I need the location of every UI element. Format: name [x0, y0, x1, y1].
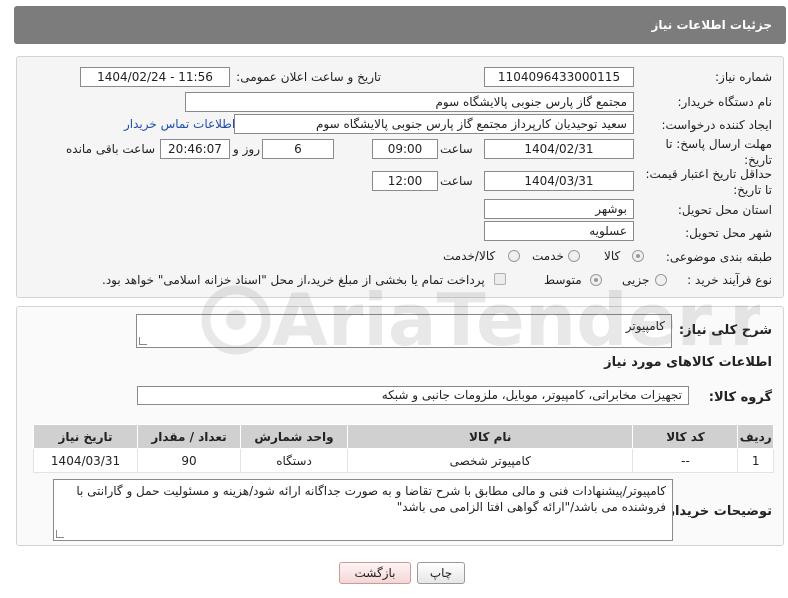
process-option-medium: متوسط [544, 273, 582, 287]
resize-grip-icon[interactable] [56, 530, 64, 538]
reply-deadline-label: مهلت ارسال پاسخ: تا تاریخ: [665, 137, 772, 167]
buyer-org-label: نام دستگاه خریدار: [677, 95, 773, 109]
category-label: طبقه بندی موضوعی: [665, 250, 772, 264]
page-title-bar: جزئیات اطلاعات نیاز [14, 6, 786, 44]
buyer-notes-textarea[interactable]: کامپیوتر/پیشنهادات فنی و مالی مطابق با ش… [53, 479, 673, 541]
requester-label: ایجاد کننده درخواست: [661, 118, 772, 132]
announce-date-label: تاریخ و ساعت اعلان عمومی: [236, 70, 381, 84]
col-row-number: ردیف [737, 424, 774, 449]
price-validity-time-field[interactable]: 12:00 [372, 171, 438, 191]
category-option-goods: کالا [604, 249, 621, 263]
print-button[interactable]: چاپ [417, 562, 465, 584]
process-label: نوع فرآیند خرید : [687, 273, 772, 287]
announce-date-field[interactable]: 1404/02/24 - 11:56 [80, 67, 230, 87]
city-field[interactable]: عسلویه [484, 221, 634, 241]
reply-time-label: ساعت [440, 142, 473, 156]
process-radio-minor[interactable] [655, 274, 667, 286]
buyer-org-field[interactable]: مجتمع گاز پارس جنوبی پالایشگاه سوم [185, 92, 634, 112]
category-option-both: کالا/خدمت [443, 249, 496, 263]
goods-table-header-row: ردیف کد کالا نام کالا واحد شمارش تعداد /… [32, 424, 774, 449]
cell-row-number: 1 [737, 448, 774, 473]
col-goods-code: کد کالا [632, 424, 739, 449]
time-remaining-label: ساعت باقی مانده [66, 142, 156, 156]
col-unit: واحد شمارش [239, 424, 349, 449]
province-field[interactable]: بوشهر [484, 199, 634, 219]
goods-group-label: گروه کالا: [708, 390, 772, 405]
process-option-minor: جزیی [622, 273, 650, 287]
reply-time-field[interactable]: 09:00 [372, 139, 438, 159]
goods-group-field[interactable]: تجهیزات مخابراتی، کامپیوتر، موبایل، ملزو… [137, 386, 689, 405]
category-radio-service[interactable] [568, 250, 580, 262]
cell-need-date: 1404/03/31 [32, 448, 139, 473]
goods-info-title: اطلاعات کالاهای مورد نیاز [604, 355, 772, 370]
reply-date-field[interactable]: 1404/02/31 [484, 139, 634, 159]
summary-label: شرح کلی نیاز: [678, 323, 772, 338]
col-quantity: تعداد / مقدار [137, 424, 241, 449]
days-remaining-field[interactable]: 6 [262, 139, 334, 159]
city-label: شهر محل تحویل: [685, 226, 772, 240]
need-number-label: شماره نیاز: [715, 70, 772, 84]
time-remaining-field[interactable]: 20:46:07 [160, 139, 230, 159]
treasury-payment-note: پرداخت تمام یا بخشی از مبلغ خرید،از محل … [102, 273, 485, 287]
province-label: استان محل تحویل: [677, 203, 772, 217]
cell-quantity: 90 [137, 448, 241, 473]
category-radio-goods[interactable] [632, 250, 644, 262]
days-label: روز و [233, 142, 260, 156]
buyer-notes-label: توضیحات خریدار: [662, 504, 772, 519]
category-radio-both[interactable] [508, 250, 520, 262]
cell-goods-code: -- [632, 448, 739, 473]
buyer-notes-text: کامپیوتر/پیشنهادات فنی و مالی مطابق با ش… [76, 484, 666, 514]
summary-textarea[interactable]: کامپیوتر [136, 314, 672, 348]
need-number-field[interactable]: 1104096433000115 [484, 67, 634, 87]
cell-goods-name: کامپیوتر شخصی [347, 448, 634, 473]
requester-field[interactable]: سعید توحیدیان کارپرداز مجتمع گاز پارس جن… [234, 114, 634, 134]
goods-table: ردیف کد کالا نام کالا واحد شمارش تعداد /… [32, 424, 774, 473]
category-option-service: خدمت [532, 249, 564, 263]
page-title: جزئیات اطلاعات نیاز [651, 18, 772, 32]
col-need-date: تاریخ نیاز [32, 424, 139, 449]
buyer-contact-link[interactable]: اطلاعات تماس خریدار [124, 117, 235, 131]
summary-text: کامپیوتر [625, 319, 665, 333]
col-goods-name: نام کالا [347, 424, 634, 449]
process-radio-medium[interactable] [590, 274, 602, 286]
price-validity-date-field[interactable]: 1404/03/31 [484, 171, 634, 191]
price-validity-label: حداقل تاریخ اعتبار قیمت: تا تاریخ: [645, 167, 772, 197]
table-row[interactable]: 1 -- کامپیوتر شخصی دستگاه 90 1404/03/31 [32, 448, 774, 473]
back-button[interactable]: بازگشت [339, 562, 411, 584]
treasury-payment-checkbox[interactable] [494, 273, 506, 285]
cell-unit: دستگاه [239, 448, 349, 473]
resize-grip-icon[interactable] [139, 337, 147, 345]
price-validity-time-label: ساعت [440, 174, 473, 188]
